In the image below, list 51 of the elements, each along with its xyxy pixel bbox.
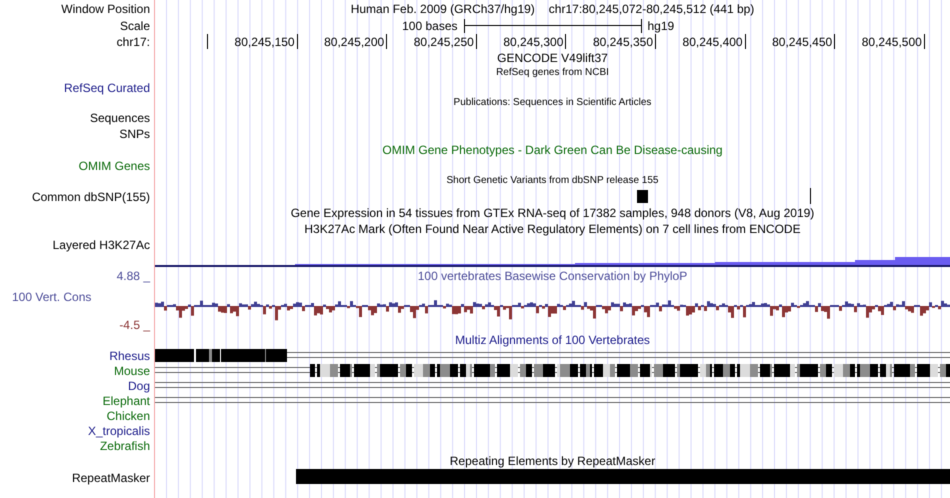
track-label[interactable]: RefSeq Curated — [64, 81, 150, 95]
ruler-tick — [565, 34, 566, 49]
track-label[interactable]: Mouse — [114, 364, 150, 378]
track-label[interactable]: X_tropicalis — [88, 424, 150, 438]
assembly-name: Human Feb. 2009 (GRCh37/hg19) — [350, 2, 535, 16]
track-label[interactable]: Dog — [128, 378, 150, 392]
track-label[interactable]: Chicken — [106, 408, 150, 422]
track-title: H3K27Ac Mark (Often Found Near Active Regulatory Elements) on 7 cell lines from ENCODE — [304, 222, 801, 236]
track-title: Repeating Elements by RepeatMasker — [450, 454, 656, 468]
track-title: Gene Expression in 54 tissues from GTEx RNA-seq of 17382 samples, 948 donors (V8, Aug 2019) — [290, 206, 814, 220]
track-label[interactable]: 100 Vert. Cons — [12, 290, 150, 304]
track-title: Multiz Alignments of 100 Vertebrates — [455, 333, 650, 347]
assembly-label: hg19 — [648, 18, 674, 32]
ruler-label: 80,245,150 — [234, 35, 295, 49]
ruler-tick — [744, 34, 746, 49]
ruler-label: 80,245,400 — [682, 35, 743, 49]
ruler-tick — [924, 34, 925, 49]
track-label[interactable]: OMIM Genes — [78, 159, 150, 173]
track-label[interactable]: SNPs — [119, 127, 150, 141]
track-label[interactable]: Scale — [120, 18, 150, 32]
track-label[interactable]: Rhesus — [109, 348, 150, 362]
ruler-label: 80,245,300 — [503, 35, 564, 49]
ruler-tick — [476, 34, 477, 49]
track-title: RefSeq genes from NCBI — [496, 67, 609, 79]
ruler-label: 80,245,350 — [592, 35, 653, 49]
track-title: Short Genetic Variants from dbSNP release 155 — [446, 175, 658, 187]
track-label[interactable]: Zebrafish — [100, 438, 150, 452]
ruler-tick — [386, 34, 388, 49]
ruler-label: 80,245,250 — [414, 35, 474, 49]
ruler-tick — [296, 34, 298, 49]
track-title: OMIM Gene Phenotypes - Dark Green Can Be Disease-causing — [382, 143, 723, 157]
ruler-label: 80,245,200 — [324, 35, 384, 49]
track-label[interactable]: Elephant — [102, 394, 150, 408]
track-title: GENCODE V49lift37 — [497, 51, 608, 65]
ruler-tick — [834, 34, 836, 49]
ruler-tick — [655, 34, 656, 49]
track-label[interactable]: Sequences — [90, 111, 150, 125]
ruler-tick — [207, 34, 208, 49]
track-label[interactable]: Window Position — [61, 2, 150, 16]
track-label[interactable]: chr17: — [116, 35, 150, 49]
axis-min-label: -4.5 _ — [119, 318, 150, 332]
scale-text: 100 bases — [402, 18, 458, 32]
track-label[interactable]: Layered H3K27Ac — [52, 238, 150, 252]
track-title: Publications: Sequences in Scientific Articles — [454, 97, 652, 109]
position-text: chr17:80,245,072-80,245,512 (441 bp) — [548, 2, 754, 16]
axis-max-label: 4.88 _ — [116, 269, 150, 283]
ruler-label: 80,245,500 — [862, 35, 922, 49]
ruler-label: 80,245,450 — [772, 35, 832, 49]
track-label[interactable]: Common dbSNP(155) — [32, 190, 150, 204]
track-title: 100 vertebrates Basewise Conservation by PhyloP — [418, 269, 688, 283]
track-label[interactable]: RepeatMasker — [72, 470, 150, 484]
